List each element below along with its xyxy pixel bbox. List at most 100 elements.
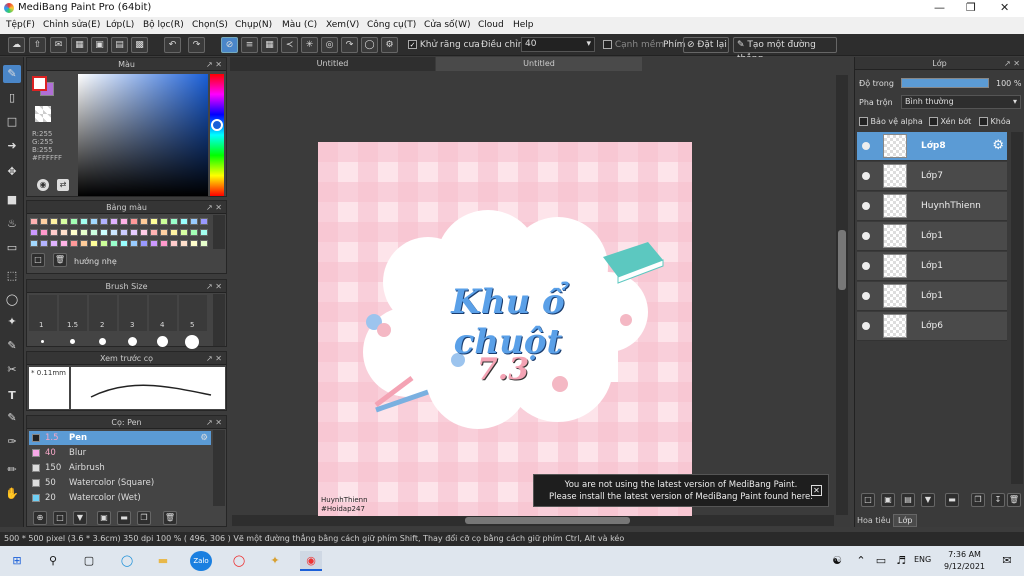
palette-swatch[interactable] — [90, 218, 98, 225]
palette-swatch[interactable] — [170, 229, 178, 236]
divide-tool-icon[interactable]: ✎ — [3, 409, 21, 427]
menu-file[interactable]: Tệp(F) — [6, 20, 35, 30]
palette-swatch[interactable] — [110, 218, 118, 225]
gear-icon[interactable]: ⚙ — [992, 138, 1004, 153]
palette-swatch[interactable] — [110, 229, 118, 236]
brush-size-cell-1[interactable]: 1 — [29, 295, 57, 331]
brush-menu-icon[interactable]: ▼ — [73, 511, 87, 525]
palette-swatch[interactable] — [190, 229, 198, 236]
layer-row[interactable]: Lớp1 — [857, 222, 1007, 251]
layers-icon[interactable]: ▤ — [111, 37, 128, 53]
brush-list-item[interactable]: 50 Watercolor (Square) — [29, 476, 211, 490]
palette-swatch[interactable] — [40, 218, 48, 225]
copy-brush-icon[interactable]: ▣ — [97, 511, 111, 525]
palette-swatch[interactable] — [170, 218, 178, 225]
network-icon[interactable]: ▭ — [870, 551, 892, 571]
palette-swatch[interactable] — [190, 240, 198, 247]
eye-icon[interactable] — [862, 322, 870, 330]
rect-tool-icon[interactable]: □ — [3, 113, 21, 131]
delete-layer-icon[interactable]: 🗑 — [1007, 493, 1021, 507]
duplicate-layer-icon[interactable]: ❐ — [971, 493, 985, 507]
eye-icon[interactable] — [862, 262, 870, 270]
palette-swatch[interactable] — [150, 240, 158, 247]
palette-swatch[interactable] — [90, 240, 98, 247]
edge-icon[interactable]: ◯ — [116, 551, 138, 571]
people-icon[interactable]: ☯ — [826, 551, 848, 571]
layer-row[interactable]: Lớp8 ⚙ — [857, 132, 1007, 161]
clock[interactable]: 7:36 AM 9/12/2021 — [944, 549, 985, 573]
restore-icon[interactable]: ❐ — [966, 1, 976, 14]
lasso-tool-icon[interactable]: ◯ — [3, 291, 21, 309]
close-icon[interactable]: ✕ — [811, 485, 822, 496]
brush-list-item[interactable]: 20 Watercolor (Wet) — [29, 491, 211, 505]
hue-handle[interactable] — [211, 119, 223, 131]
select-pen-tool-icon[interactable]: ✎ — [3, 337, 21, 355]
popout-icon[interactable]: ↗ ✕ — [1004, 57, 1020, 70]
tab-untitled-2[interactable]: Untitled — [436, 57, 642, 71]
palette-swatch[interactable] — [70, 240, 78, 247]
palette-swatch[interactable] — [80, 218, 88, 225]
redo-icon[interactable]: ↷ — [188, 37, 205, 53]
palette-swatch[interactable] — [120, 240, 128, 247]
popout-icon[interactable]: ↗ ✕ — [206, 280, 222, 293]
palette-swatch[interactable] — [100, 229, 108, 236]
tab-untitled-1[interactable]: Untitled — [230, 57, 435, 71]
eye-icon[interactable] — [862, 232, 870, 240]
share-icon[interactable]: ⇧ — [29, 37, 46, 53]
brush-size-cell-4[interactable]: 3 — [119, 295, 147, 331]
palette-swatch[interactable] — [190, 218, 198, 225]
brush-size-cell-3[interactable]: 2 — [89, 295, 117, 331]
layer-row[interactable]: Lớp1 — [857, 252, 1007, 281]
layer-row[interactable]: Lớp7 — [857, 162, 1007, 191]
select-tool-icon[interactable]: ⬚ — [3, 267, 21, 285]
palette-swatch[interactable] — [30, 229, 38, 236]
select-eraser-tool-icon[interactable]: ✂ — [3, 361, 21, 379]
palette-scrollbar[interactable] — [213, 215, 225, 249]
language-indicator[interactable]: ENG — [914, 555, 931, 564]
palette-swatch[interactable] — [140, 229, 148, 236]
palette-swatch[interactable] — [160, 218, 168, 225]
palette-swatch[interactable] — [30, 218, 38, 225]
palette-swatch[interactable] — [100, 218, 108, 225]
paint-app-icon[interactable]: ✦ — [264, 551, 286, 571]
layer-row[interactable]: HuynhThienn — [857, 192, 1007, 221]
palette-swatch[interactable] — [50, 240, 58, 247]
palette-swatch[interactable] — [140, 240, 148, 247]
palette-swatch[interactable] — [70, 229, 78, 236]
straight-line-button[interactable]: ✎ Tạo một đường thẳng — [733, 37, 837, 64]
palette-swatch[interactable] — [120, 229, 128, 236]
adjust-select[interactable]: 40 ▾ — [521, 37, 595, 52]
new-halftone-layer-icon[interactable]: ▣ — [881, 493, 895, 507]
opera-icon[interactable]: ◯ — [228, 551, 250, 571]
artwork-canvas[interactable]: Khu ổ chuột 7.3 HuynhThienn #Hoidap247 — [318, 142, 692, 516]
foreground-color-swatch[interactable] — [32, 76, 47, 91]
curve-snap-icon[interactable]: ↷ — [341, 37, 358, 53]
palette-swatch[interactable] — [60, 229, 68, 236]
grid-icon[interactable]: ▦ — [71, 37, 88, 53]
undo-icon[interactable]: ↶ — [164, 37, 181, 53]
opacity-slider[interactable] — [901, 78, 989, 88]
palette-swatch[interactable] — [130, 218, 138, 225]
notification-icon[interactable]: ✉ — [996, 551, 1018, 571]
layer-menu-icon[interactable]: ▼ — [921, 493, 935, 507]
popout-icon[interactable]: ↗ ✕ — [206, 201, 222, 214]
fill-rect-tool-icon[interactable]: ■ — [3, 191, 21, 209]
update-notice[interactable]: You are not using the latest version of … — [533, 474, 829, 507]
brush-list-item[interactable]: 1.5 Pen ⚙ — [29, 431, 211, 445]
line-tool-icon[interactable]: ➜ — [3, 137, 21, 155]
file-explorer-icon[interactable]: ▬ — [152, 551, 174, 571]
menu-help[interactable]: Help — [513, 20, 534, 30]
merge-layer-icon[interactable]: ↧ — [991, 493, 1005, 507]
add-brush-icon[interactable]: ⊕ — [33, 511, 47, 525]
brush-size-cell-2[interactable]: 1.5 — [59, 295, 87, 331]
new-8bit-layer-icon[interactable]: ▤ — [901, 493, 915, 507]
snap-icon[interactable]: ▩ — [131, 37, 148, 53]
palette-swatch[interactable] — [30, 240, 38, 247]
blend-mode-select[interactable]: Bình thường ▾ — [901, 95, 1021, 109]
vertical-scrollbar[interactable] — [836, 75, 848, 515]
eye-icon[interactable] — [862, 292, 870, 300]
eraser-tool-icon[interactable]: ▯ — [3, 89, 21, 107]
palette-swatch[interactable] — [200, 240, 208, 247]
palette-swatch[interactable] — [180, 218, 188, 225]
cloud-icon[interactable]: ☁ — [8, 37, 25, 53]
